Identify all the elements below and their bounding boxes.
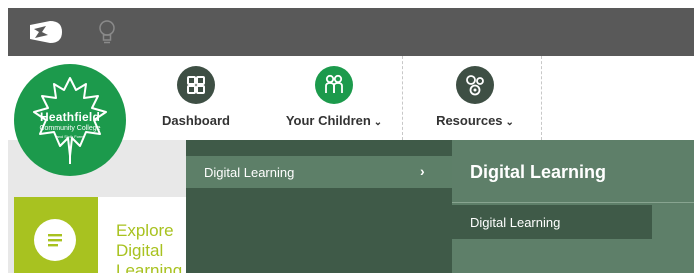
resources-icon xyxy=(456,66,494,104)
submenu-item-label: Digital Learning xyxy=(470,215,561,230)
nav-divider xyxy=(541,56,542,140)
resources-dropdown: Digital Learning › xyxy=(186,140,452,273)
nav-dashboard[interactable]: Dashboard xyxy=(148,56,244,140)
school-subtitle: Community College xyxy=(39,125,101,132)
submenu-divider xyxy=(452,202,694,203)
nav-dashboard-label: Dashboard xyxy=(162,113,230,128)
app-logo-icon[interactable] xyxy=(28,21,64,43)
nav-resources[interactable]: Resources ⌄ xyxy=(422,56,528,140)
dropdown-item-digital-learning[interactable]: Digital Learning › xyxy=(186,156,452,188)
digital-learning-submenu: Digital Learning Digital Learning xyxy=(452,140,694,273)
submenu-item-digital-learning[interactable]: Digital Learning xyxy=(452,205,652,239)
dropdown-item-label: Digital Learning xyxy=(204,165,295,180)
chevron-right-icon: › xyxy=(420,163,425,179)
school-sixth-form: and Sixth Form xyxy=(56,134,84,139)
grid-icon xyxy=(177,66,215,104)
menu-lines-icon xyxy=(34,219,76,261)
nav-your-children[interactable]: Your Children ⌄ xyxy=(276,56,392,140)
submenu-heading: Digital Learning xyxy=(470,162,607,182)
chevron-down-icon: ⌄ xyxy=(373,117,383,128)
chevron-down-icon: ⌄ xyxy=(505,117,514,128)
nav-divider xyxy=(402,56,403,140)
card-accent xyxy=(14,197,98,273)
nav-resources-label: Resources ⌄ xyxy=(436,113,514,128)
nav-your-children-label: Your Children ⌄ xyxy=(285,113,383,128)
children-icon xyxy=(315,66,353,104)
lightbulb-icon[interactable] xyxy=(96,18,118,46)
explore-card[interactable]: Explore Digital Learning xyxy=(14,197,204,273)
school-logo[interactable]: Heathfield Community College and Sixth F… xyxy=(14,64,126,176)
top-bar xyxy=(8,8,694,56)
school-name: Heathfield xyxy=(39,110,100,124)
